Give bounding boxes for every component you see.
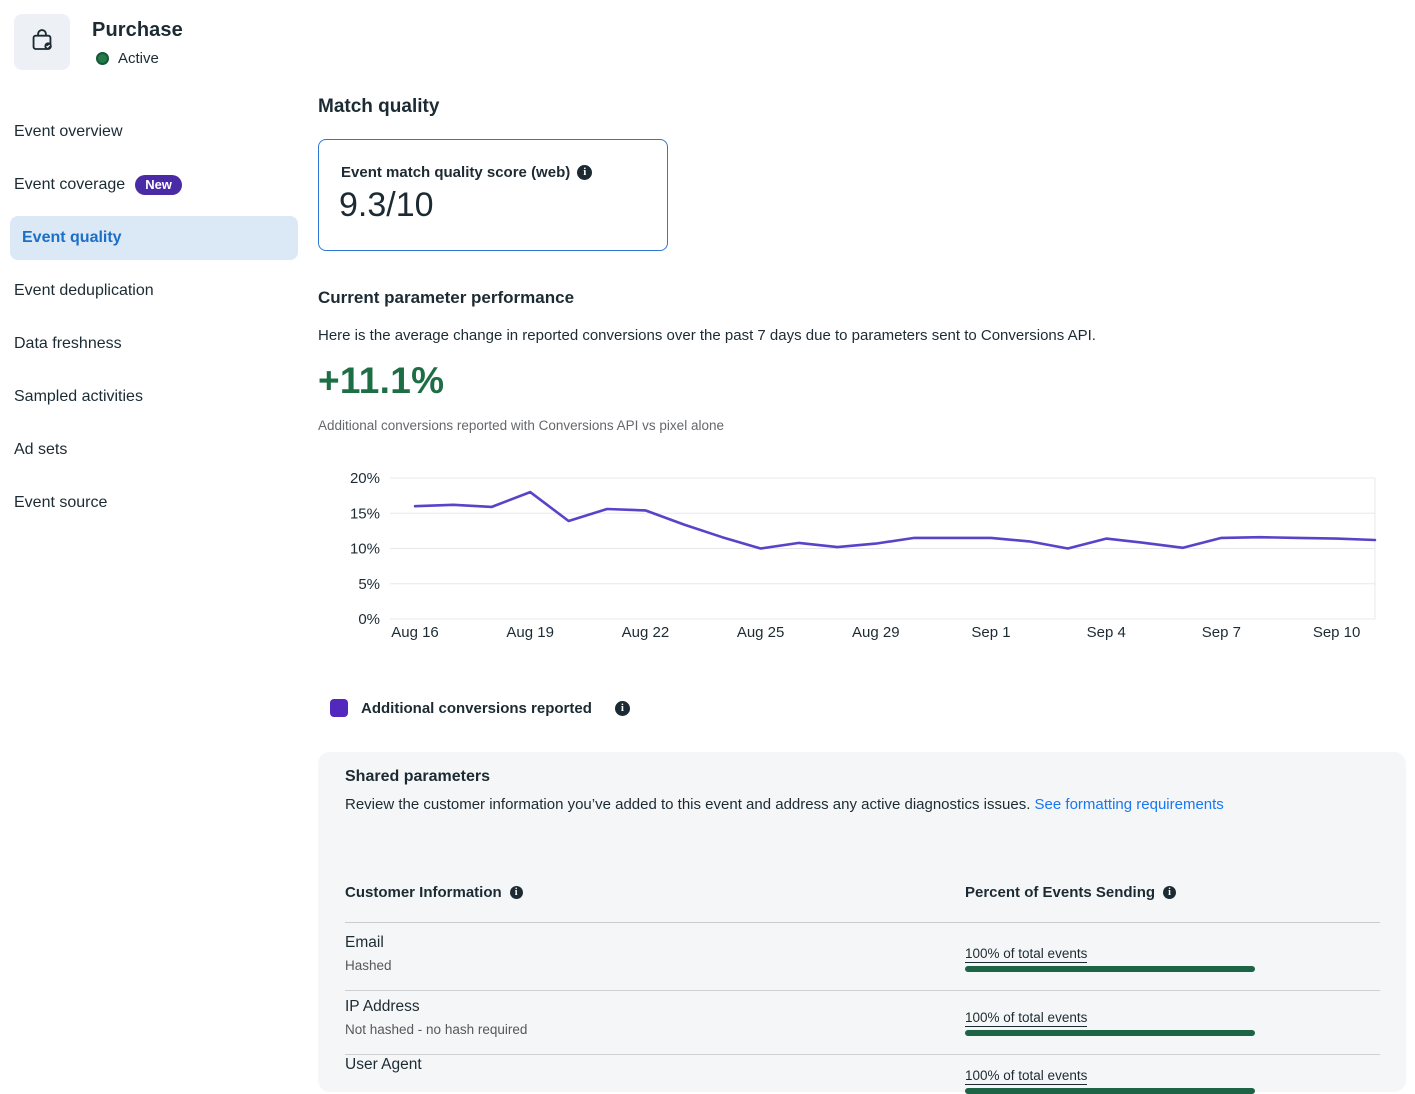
sidebar-nav: Event overview Event coverage New Event qua…: [10, 110, 298, 525]
percent-progress-bar: [965, 1088, 1255, 1094]
y-axis-tick-label: 10%: [350, 541, 380, 558]
sidebar-item-label: Event deduplication: [14, 282, 154, 300]
sidebar-item-label: Sampled activities: [14, 388, 143, 406]
sidebar-item-label: Event quality: [22, 229, 122, 247]
sidebar-item-label: Event overview: [14, 123, 123, 141]
parameter-performance-description: Here is the average change in reported c…: [318, 327, 1398, 344]
x-axis-tick-label: Sep 7: [1202, 624, 1241, 641]
sidebar-item-event-overview[interactable]: Event overview: [10, 110, 298, 154]
sidebar-item-label: Ad sets: [14, 441, 67, 459]
shopping-bag-icon: [29, 27, 55, 58]
x-axis-tick-label: Aug 19: [506, 624, 554, 641]
percent-progress-bar: [965, 966, 1255, 972]
sidebar-item-event-coverage[interactable]: Event coverage New: [10, 163, 298, 207]
sidebar-item-event-quality[interactable]: Event quality: [10, 216, 298, 260]
shared-parameters-description-text: Review the customer information you’ve a…: [345, 796, 1030, 813]
page-title: Purchase: [92, 19, 183, 42]
info-icon[interactable]: [577, 165, 592, 180]
y-axis-tick-label: 15%: [350, 505, 380, 522]
parameter-subtext: Hashed: [345, 958, 392, 973]
percent-progress-bar: [965, 1030, 1255, 1036]
sidebar-item-label: Event source: [14, 494, 107, 512]
match-quality-score-card: Event match quality score (web) 9.3/10: [318, 139, 668, 251]
sidebar-item-event-deduplication[interactable]: Event deduplication: [10, 269, 298, 313]
x-axis-tick-label: Aug 29: [852, 624, 900, 641]
status-badge: Active: [96, 50, 159, 67]
match-quality-score-value: 9.3/10: [339, 186, 434, 225]
sidebar-item-data-freshness[interactable]: Data freshness: [10, 322, 298, 366]
conversions-line-chart: 0% 5% 10% 15% 20% Aug 16 Aug 19 Aug 22 Aug 25 Aug…: [318, 455, 1383, 655]
sidebar-item-label: Data freshness: [14, 335, 122, 353]
shared-parameters-title: Shared parameters: [345, 768, 490, 786]
table-divider: [345, 990, 1380, 991]
parameter-name: Email: [345, 934, 384, 952]
info-icon[interactable]: [510, 886, 523, 899]
x-axis-tick-label: Sep 1: [971, 624, 1010, 641]
x-axis-tick-label: Aug 22: [622, 624, 670, 641]
parameter-performance-heading: Current parameter performance: [318, 288, 574, 308]
parameter-subtext: Not hashed - no hash required: [345, 1022, 527, 1037]
table-divider: [345, 922, 1380, 923]
sidebar-item-event-source[interactable]: Event source: [10, 481, 298, 525]
info-icon[interactable]: [615, 701, 630, 716]
parameter-name: IP Address: [345, 998, 420, 1016]
event-icon-box: [14, 14, 70, 70]
x-axis-tick-label: Aug 16: [391, 624, 439, 641]
match-quality-heading: Match quality: [318, 96, 439, 118]
parameter-name: User Agent: [345, 1056, 422, 1074]
status-label: Active: [118, 50, 159, 67]
conversions-data-line: [415, 492, 1375, 548]
column-header-customer-information: Customer Information: [345, 884, 523, 901]
sidebar-item-label: Event coverage: [14, 176, 125, 194]
score-card-label: Event match quality score (web): [341, 164, 570, 181]
y-axis-tick-label: 0%: [358, 611, 380, 628]
status-dot-icon: [96, 52, 109, 65]
x-axis-tick-label: Sep 4: [1087, 624, 1126, 641]
chart-legend: Additional conversions reported: [330, 699, 630, 717]
shared-parameters-description: Review the customer information you’ve a…: [345, 792, 1305, 817]
percent-of-events-label[interactable]: 100% of total events: [965, 946, 1087, 961]
info-icon[interactable]: [1163, 886, 1176, 899]
legend-label: Additional conversions reported: [361, 700, 592, 717]
new-badge: New: [135, 175, 182, 195]
column-header-label: Percent of Events Sending: [965, 884, 1155, 901]
x-axis-tick-label: Sep 10: [1313, 624, 1361, 641]
x-axis-tick-label: Aug 25: [737, 624, 785, 641]
conversion-delta-value: +11.1%: [318, 360, 444, 402]
column-header-label: Customer Information: [345, 884, 502, 901]
percent-of-events-label[interactable]: 100% of total events: [965, 1068, 1087, 1083]
legend-swatch-icon: [330, 699, 348, 717]
y-axis-tick-label: 20%: [350, 470, 380, 487]
sidebar-item-sampled-activities[interactable]: Sampled activities: [10, 375, 298, 419]
table-divider: [345, 1054, 1380, 1055]
formatting-requirements-link[interactable]: See formatting requirements: [1035, 796, 1224, 813]
sidebar-item-ad-sets[interactable]: Ad sets: [10, 428, 298, 472]
conversion-delta-caption: Additional conversions reported with Con…: [318, 418, 724, 433]
y-axis-tick-label: 5%: [358, 576, 380, 593]
shared-parameters-panel: Shared parameters Review the customer in…: [318, 752, 1406, 1092]
column-header-percent-sending: Percent of Events Sending: [965, 884, 1176, 901]
percent-of-events-label[interactable]: 100% of total events: [965, 1010, 1087, 1025]
